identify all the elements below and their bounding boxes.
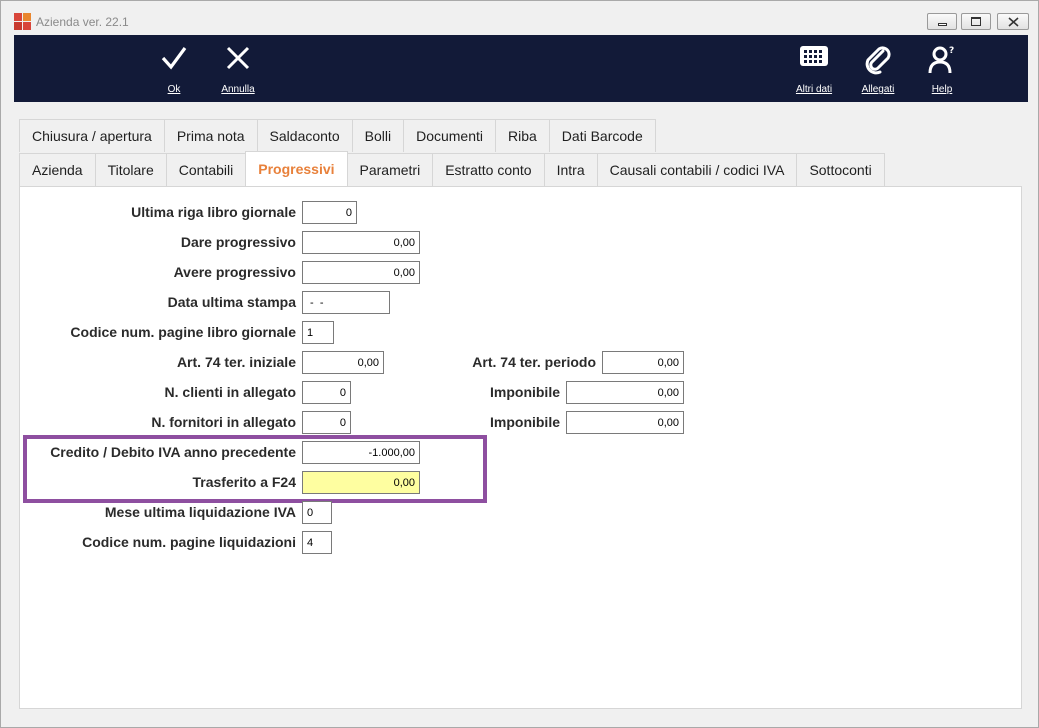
close-button[interactable] (997, 13, 1029, 30)
mese-ultima-liquidazione-label: Mese ultima liquidazione IVA (104, 504, 296, 520)
tab-documenti[interactable]: Documenti (403, 119, 496, 152)
dare-progressivo-label: Dare progressivo (180, 234, 296, 250)
tab-progressivi[interactable]: Progressivi (245, 151, 348, 186)
minimize-icon (938, 23, 947, 26)
trasferito-f24-label: Trasferito a F24 (192, 474, 297, 490)
avere-progressivo-field[interactable] (302, 261, 420, 284)
art74-periodo-field[interactable] (602, 351, 684, 374)
tab-parametri[interactable]: Parametri (346, 153, 434, 186)
avere-progressivo-label: Avere progressivo (173, 264, 296, 280)
svg-text:?: ? (949, 46, 954, 56)
maximize-button[interactable] (961, 13, 991, 30)
ultima-riga-field[interactable] (302, 201, 357, 224)
window-title: Azienda ver. 22.1 (36, 15, 129, 29)
help-person-icon: ? (928, 46, 954, 74)
ultima-riga-label: Ultima riga libro giornale (131, 204, 296, 220)
tab-prima-nota[interactable]: Prima nota (163, 119, 258, 152)
allegati-button[interactable]: Allegati (856, 35, 900, 102)
art74-iniziale-field[interactable] (302, 351, 384, 374)
dare-progressivo-field[interactable] (302, 231, 420, 254)
tab-row-bottom: Azienda Titolare Contabili Progressivi P… (19, 151, 885, 186)
tab-titolare[interactable]: Titolare (94, 153, 167, 186)
close-icon (1008, 17, 1019, 27)
tab-chiusura-apertura[interactable]: Chiusura / apertura (19, 119, 165, 152)
imponibile-clienti-field[interactable] (566, 381, 684, 404)
tab-riba[interactable]: Riba (495, 119, 550, 152)
art74-periodo-label: Art. 74 ter. periodo (472, 354, 596, 370)
app-window: Azienda ver. 22.1 Ok Annulla Altri dati … (0, 0, 1039, 728)
toolbar: Ok Annulla Altri dati Allegati ? Help (14, 35, 1028, 102)
data-ultima-stampa-field[interactable] (302, 291, 390, 314)
minimize-button[interactable] (927, 13, 957, 30)
codice-pagine-giornale-field[interactable] (302, 321, 334, 344)
codice-pagine-liquidazioni-label: Codice num. pagine liquidazioni (82, 534, 296, 550)
annulla-button[interactable]: Annulla (216, 35, 260, 102)
credito-debito-iva-field[interactable] (302, 441, 420, 464)
n-clienti-label: N. clienti in allegato (164, 384, 296, 400)
tab-saldaconto[interactable]: Saldaconto (256, 119, 353, 152)
tab-sottoconti[interactable]: Sottoconti (796, 153, 885, 186)
tab-bolli[interactable]: Bolli (351, 119, 405, 152)
allegati-label: Allegati (861, 84, 895, 95)
help-button[interactable]: ? Help (927, 35, 957, 102)
codice-pagine-liquidazioni-field[interactable] (302, 531, 332, 554)
tab-azienda[interactable]: Azienda (19, 153, 96, 186)
x-icon (226, 46, 250, 70)
n-clienti-field[interactable] (302, 381, 351, 404)
ok-button[interactable]: Ok (159, 35, 189, 102)
credito-debito-iva-label: Credito / Debito IVA anno precedente (50, 444, 296, 460)
paperclip-icon (865, 46, 891, 75)
tab-contabili[interactable]: Contabili (165, 153, 247, 186)
data-ultima-stampa-label: Data ultima stampa (167, 294, 296, 310)
altri-dati-button[interactable]: Altri dati (791, 35, 837, 102)
help-label: Help (931, 84, 953, 95)
mese-ultima-liquidazione-field[interactable] (302, 501, 332, 524)
tab-row-top: Chiusura / apertura Prima nota Saldacont… (19, 119, 656, 152)
codice-pagine-giornale-label: Codice num. pagine libro giornale (70, 324, 296, 340)
annulla-label: Annulla (221, 84, 255, 95)
check-icon (161, 47, 187, 70)
app-logo-icon (14, 13, 31, 30)
art74-iniziale-label: Art. 74 ter. iniziale (176, 354, 296, 370)
tab-estratto-conto[interactable]: Estratto conto (432, 153, 545, 186)
n-fornitori-label: N. fornitori in allegato (151, 414, 296, 430)
tab-causali-contabili[interactable]: Causali contabili / codici IVA (596, 153, 798, 186)
ok-label: Ok (167, 84, 181, 95)
trasferito-f24-field[interactable] (302, 471, 420, 494)
imponibile-fornitori-label: Imponibile (490, 414, 560, 430)
altri-dati-label: Altri dati (795, 84, 833, 95)
n-fornitori-field[interactable] (302, 411, 351, 434)
imponibile-fornitori-field[interactable] (566, 411, 684, 434)
tab-dati-barcode[interactable]: Dati Barcode (548, 119, 656, 152)
imponibile-clienti-label: Imponibile (490, 384, 560, 400)
tab-intra[interactable]: Intra (543, 153, 598, 186)
grid-icon (800, 46, 828, 66)
title-bar: Azienda ver. 22.1 (1, 1, 1038, 35)
maximize-icon (971, 17, 981, 26)
